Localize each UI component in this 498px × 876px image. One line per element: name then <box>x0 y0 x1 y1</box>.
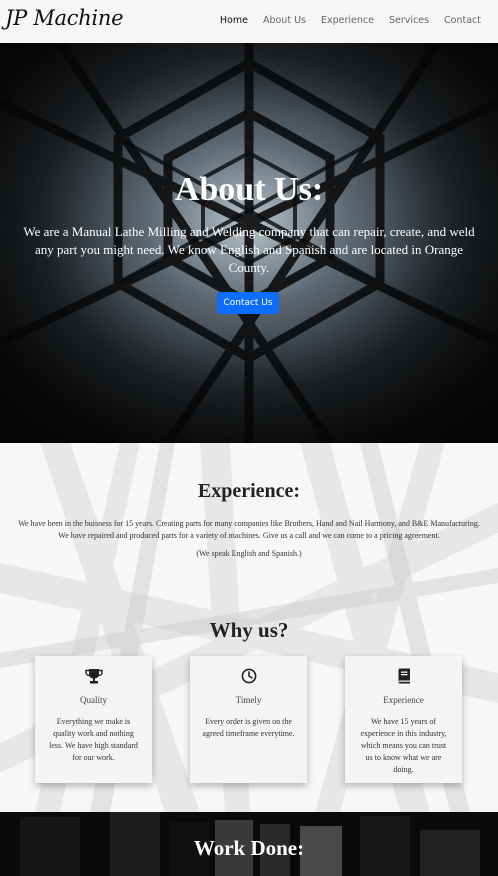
card-timely-title: Timely <box>235 695 262 705</box>
brand-logo[interactable]: JP Machine <box>5 6 124 30</box>
hero-section: About Us: We are a Manual Lathe Milling … <box>0 43 498 443</box>
card-experience-text: We have 15 years of experience in this i… <box>360 717 447 774</box>
card-quality-text: Everything we make is quality work and n… <box>49 717 138 762</box>
experience-section: Experience: We have been in the buisness… <box>0 443 498 812</box>
card-quality-title: Quality <box>80 695 107 705</box>
book-icon <box>345 668 462 686</box>
experience-description: We have been in the buisness for 15 year… <box>18 519 480 540</box>
card-experience: Experience We have 15 years of experienc… <box>345 656 462 783</box>
card-experience-title: Experience <box>383 695 424 705</box>
why-us-title: Why us? <box>209 618 289 642</box>
trophy-icon <box>35 668 152 686</box>
nav-link-home[interactable]: Home <box>220 15 248 26</box>
nav-link-about-us[interactable]: About Us <box>263 15 306 26</box>
hero-title: About Us: <box>174 171 324 208</box>
card-timely-text: Every order is given on the agreed timef… <box>202 717 295 738</box>
contact-us-button[interactable]: Contact Us <box>217 292 279 314</box>
nav-link-experience[interactable]: Experience <box>321 15 374 26</box>
experience-title: Experience: <box>197 480 301 502</box>
card-quality: Quality Everything we make is quality wo… <box>35 656 152 783</box>
language-note: (We speak English and Spanish.) <box>196 549 302 558</box>
nav-link-contact[interactable]: Contact <box>444 15 481 26</box>
work-done-section: Work Done: <box>0 812 498 876</box>
card-timely: Timely Every order is given on the agree… <box>190 656 307 783</box>
navbar: JP Machine Home About Us Experience Serv… <box>0 0 498 43</box>
clock-icon <box>190 668 307 686</box>
nav-link-services[interactable]: Services <box>389 15 429 26</box>
nav-menu: Home About Us Experience Services Contac… <box>220 15 481 26</box>
hero-description: We are a Manual Lathe Milling and Weldin… <box>23 224 475 275</box>
work-done-title: Work Done: <box>193 836 305 860</box>
